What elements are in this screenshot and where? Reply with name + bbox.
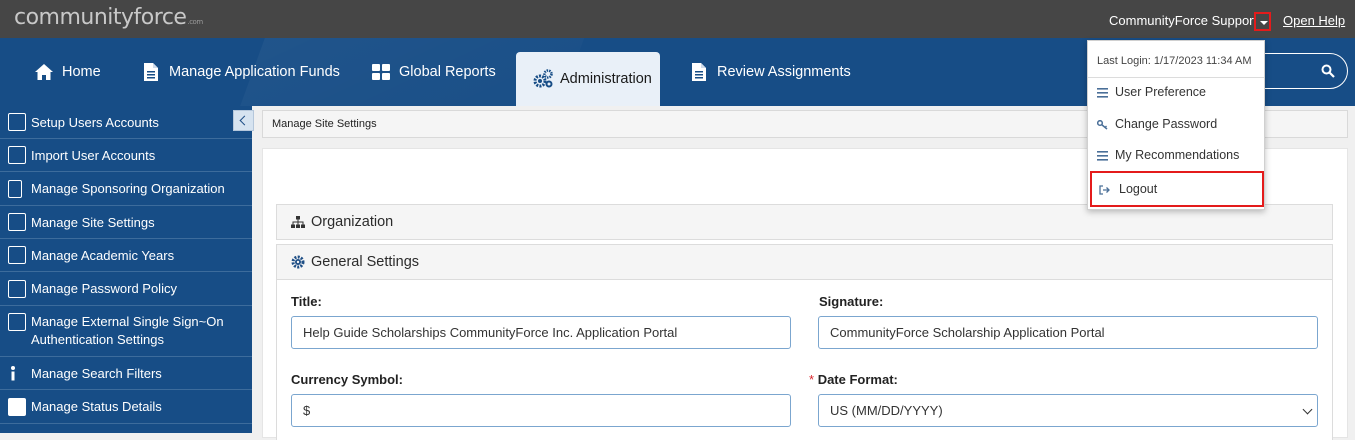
user-dropdown-menu: Last Login: 1/17/2023 11:34 AM User Pref… — [1087, 40, 1265, 210]
sidebar: Setup Users Accounts Import User Account… — [0, 106, 252, 433]
sidebar-item-manage-search-filters[interactable]: Manage Search Filters — [0, 357, 252, 390]
nav-manage-application-funds[interactable]: Manage Application Funds — [141, 38, 340, 106]
sidebar-item-label: Manage Academic Years — [31, 247, 175, 263]
currency-symbol-input[interactable]: $ — [291, 394, 791, 427]
nav-review-assignments-label: Review Assignments — [717, 64, 851, 80]
sidebar-item-manage-sponsoring-organization[interactable]: Manage Sponsoring Organization — [0, 172, 252, 206]
sidebar-item-label: Setup Users Accounts — [31, 114, 159, 130]
nav-global-reports-label: Global Reports — [399, 64, 496, 80]
grid-icon — [371, 62, 391, 82]
sidebar-item-import-user-accounts[interactable]: Import User Accounts — [0, 139, 252, 172]
policy-document-icon — [8, 280, 26, 298]
date-format-label: * Date Format: — [809, 372, 898, 387]
user-menu-label[interactable]: CommunityForce Support — [1109, 13, 1257, 28]
menu-item-label: My Recommendations — [1115, 148, 1240, 162]
open-help-link[interactable]: Open Help — [1283, 13, 1345, 28]
title-label: Title: — [291, 294, 322, 309]
sidebar-item-setup-users-accounts[interactable]: Setup Users Accounts — [0, 106, 252, 139]
gear-icon — [291, 255, 305, 269]
save-status-icon — [8, 398, 26, 416]
currency-symbol-label: Currency Symbol: — [291, 372, 403, 387]
sidebar-item-label: Manage Search Filters — [31, 365, 162, 381]
required-marker: * — [809, 372, 815, 387]
logout-icon — [1099, 184, 1110, 195]
nav-home-label: Home — [62, 64, 101, 80]
nav-home[interactable]: Home — [34, 38, 101, 106]
list-icon — [1097, 150, 1108, 161]
sidebar-item-label: Manage Sponsoring Organization — [31, 181, 225, 196]
search-icon[interactable] — [1321, 64, 1335, 78]
building-icon — [8, 180, 22, 198]
top-bar: communityforce.com CommunityForce Suppor… — [0, 0, 1355, 38]
home-icon — [34, 62, 54, 82]
sidebar-item-manage-site-settings[interactable]: Manage Site Settings — [0, 206, 252, 239]
settings-icon — [8, 213, 26, 231]
sidebar-collapse-button[interactable] — [233, 110, 254, 131]
sidebar-item-label: Manage Status Details — [31, 399, 162, 414]
sidebar-item-label: Manage External Single Sign~On Authentic… — [31, 314, 224, 347]
sitemap-icon — [291, 215, 305, 229]
sidebar-item-label: Manage Site Settings — [31, 214, 155, 230]
general-settings-section-header[interactable]: General Settings — [276, 244, 1333, 280]
document-icon — [689, 62, 709, 82]
nav-administration[interactable]: Administration — [516, 52, 660, 106]
menu-item-change-password[interactable]: Change Password — [1088, 109, 1264, 139]
sidebar-item-manage-external-sso[interactable]: Manage External Single Sign~On Authentic… — [0, 306, 252, 357]
gears-icon — [532, 69, 553, 89]
menu-item-my-recommendations[interactable]: My Recommendations — [1088, 140, 1264, 170]
nav-manage-application-funds-label: Manage Application Funds — [169, 64, 340, 80]
general-settings-section-title: General Settings — [311, 254, 420, 270]
menu-item-user-preference[interactable]: User Preference — [1088, 77, 1264, 107]
user-settings-icon — [8, 113, 26, 131]
sso-settings-icon — [8, 313, 26, 331]
nav-review-assignments[interactable]: Review Assignments — [689, 38, 851, 106]
nav-administration-label: Administration — [560, 71, 652, 87]
logo[interactable]: communityforce.com — [14, 5, 203, 30]
signature-input[interactable]: CommunityForce Scholarship Application P… — [818, 316, 1318, 349]
sidebar-item-manage-academic-years[interactable]: Manage Academic Years — [0, 239, 252, 272]
sidebar-item-manage-status-details[interactable]: Manage Status Details — [0, 390, 252, 424]
organization-section-title: Organization — [311, 214, 394, 230]
date-format-label-text: Date Format: — [817, 372, 898, 387]
title-input[interactable]: Help Guide Scholarships CommunityForce I… — [291, 316, 791, 349]
menu-item-label: User Preference — [1115, 85, 1207, 99]
date-format-select[interactable]: US (MM/DD/YYYY) — [818, 394, 1318, 427]
document-icon — [141, 62, 161, 82]
sidebar-item-label: Manage Password Policy — [31, 281, 177, 296]
info-icon — [8, 365, 26, 383]
last-login-text: Last Login: 1/17/2023 11:34 AM — [1097, 55, 1252, 67]
sidebar-item-manage-password-policy[interactable]: Manage Password Policy — [0, 272, 252, 306]
signature-label: Signature: — [819, 294, 884, 309]
calendar-icon — [8, 246, 26, 264]
menu-item-label: Change Password — [1115, 117, 1218, 131]
list-icon — [1097, 87, 1108, 98]
key-icon — [1096, 119, 1108, 130]
menu-item-logout[interactable]: Logout — [1090, 171, 1264, 207]
sidebar-item-label: Import User Accounts — [31, 147, 156, 163]
nav-global-reports[interactable]: Global Reports — [371, 38, 496, 106]
user-menu-caret-icon[interactable] — [1254, 12, 1271, 31]
import-user-icon — [8, 146, 26, 164]
menu-item-label: Logout — [1119, 182, 1158, 196]
